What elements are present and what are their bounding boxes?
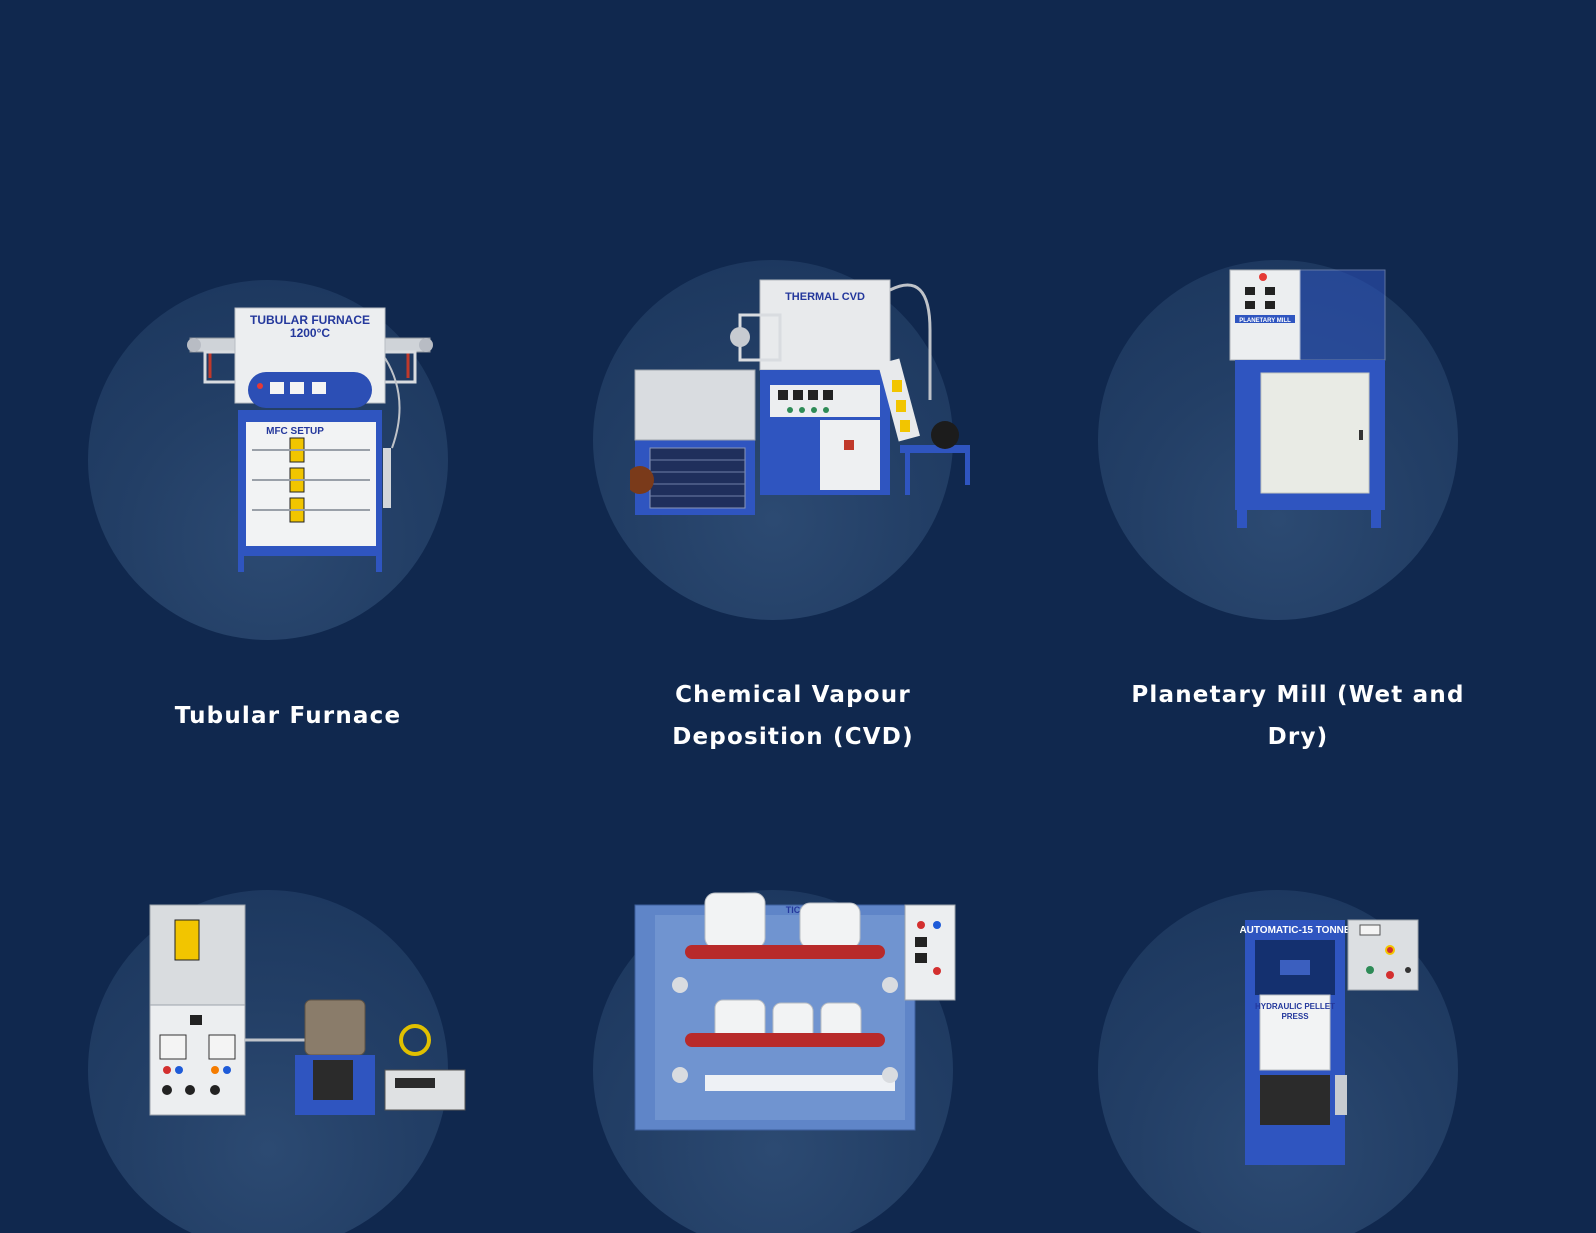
roller-jar-mill-image[interactable]: TIC JAR MILL xyxy=(625,885,965,1145)
gas-reactor-system-image[interactable] xyxy=(145,900,475,1130)
product-card-gas-reactor[interactable] xyxy=(40,870,540,1233)
furnace-title-text: TUBULAR FURNACE xyxy=(250,313,370,327)
furnace-temp-text: 1200°C xyxy=(290,326,330,340)
product-name-line-2[interactable]: Dry) xyxy=(1108,716,1488,758)
planetary-mill-image[interactable]: PLANETARY MILL xyxy=(1225,265,1395,535)
product-name-line-2[interactable]: Deposition (CVD) xyxy=(603,716,983,758)
product-card-planetary-mill[interactable]: PLANETARY MILL Planetary Mill (Wet and D… xyxy=(1050,240,1550,780)
press-label-text-1: HYDRAULIC PELLET xyxy=(1255,1002,1335,1011)
product-card-jar-mill[interactable]: TIC JAR MILL xyxy=(545,870,1045,1233)
cvd-system-image[interactable]: THERMAL CVD xyxy=(630,270,980,530)
product-card-cvd[interactable]: THERMAL CVD Chemical Vapour Deposition (… xyxy=(545,240,1045,780)
product-name-line-1[interactable]: Chemical Vapour xyxy=(603,674,983,716)
hydraulic-pellet-press-image[interactable]: AUTOMATIC-15 TONNE HYDRAULIC PELLET PRES… xyxy=(1240,915,1430,1175)
press-title-text: AUTOMATIC-15 TONNE xyxy=(1240,925,1351,936)
product-name[interactable]: Tubular Furnace xyxy=(98,695,478,737)
mill-label-text: PLANETARY MILL xyxy=(1239,318,1291,324)
cvd-title-text: THERMAL CVD xyxy=(785,291,865,303)
product-card-pellet-press[interactable]: AUTOMATIC-15 TONNE HYDRAULIC PELLET PRES… xyxy=(1050,870,1550,1233)
page: { "products": [ { "name": "Tubular Furna… xyxy=(0,0,1596,1233)
tubular-furnace-image[interactable]: TUBULAR FURNACE 1200°C MFC SETUP xyxy=(180,288,440,578)
product-card-tubular-furnace[interactable]: TUBULAR FURNACE 1200°C MFC SETUP Tubular… xyxy=(40,260,540,780)
mfc-setup-text: MFC SETUP xyxy=(266,426,324,437)
product-name-line-1[interactable]: Planetary Mill (Wet and xyxy=(1108,674,1488,716)
press-label-text-2: PRESS xyxy=(1281,1012,1309,1021)
